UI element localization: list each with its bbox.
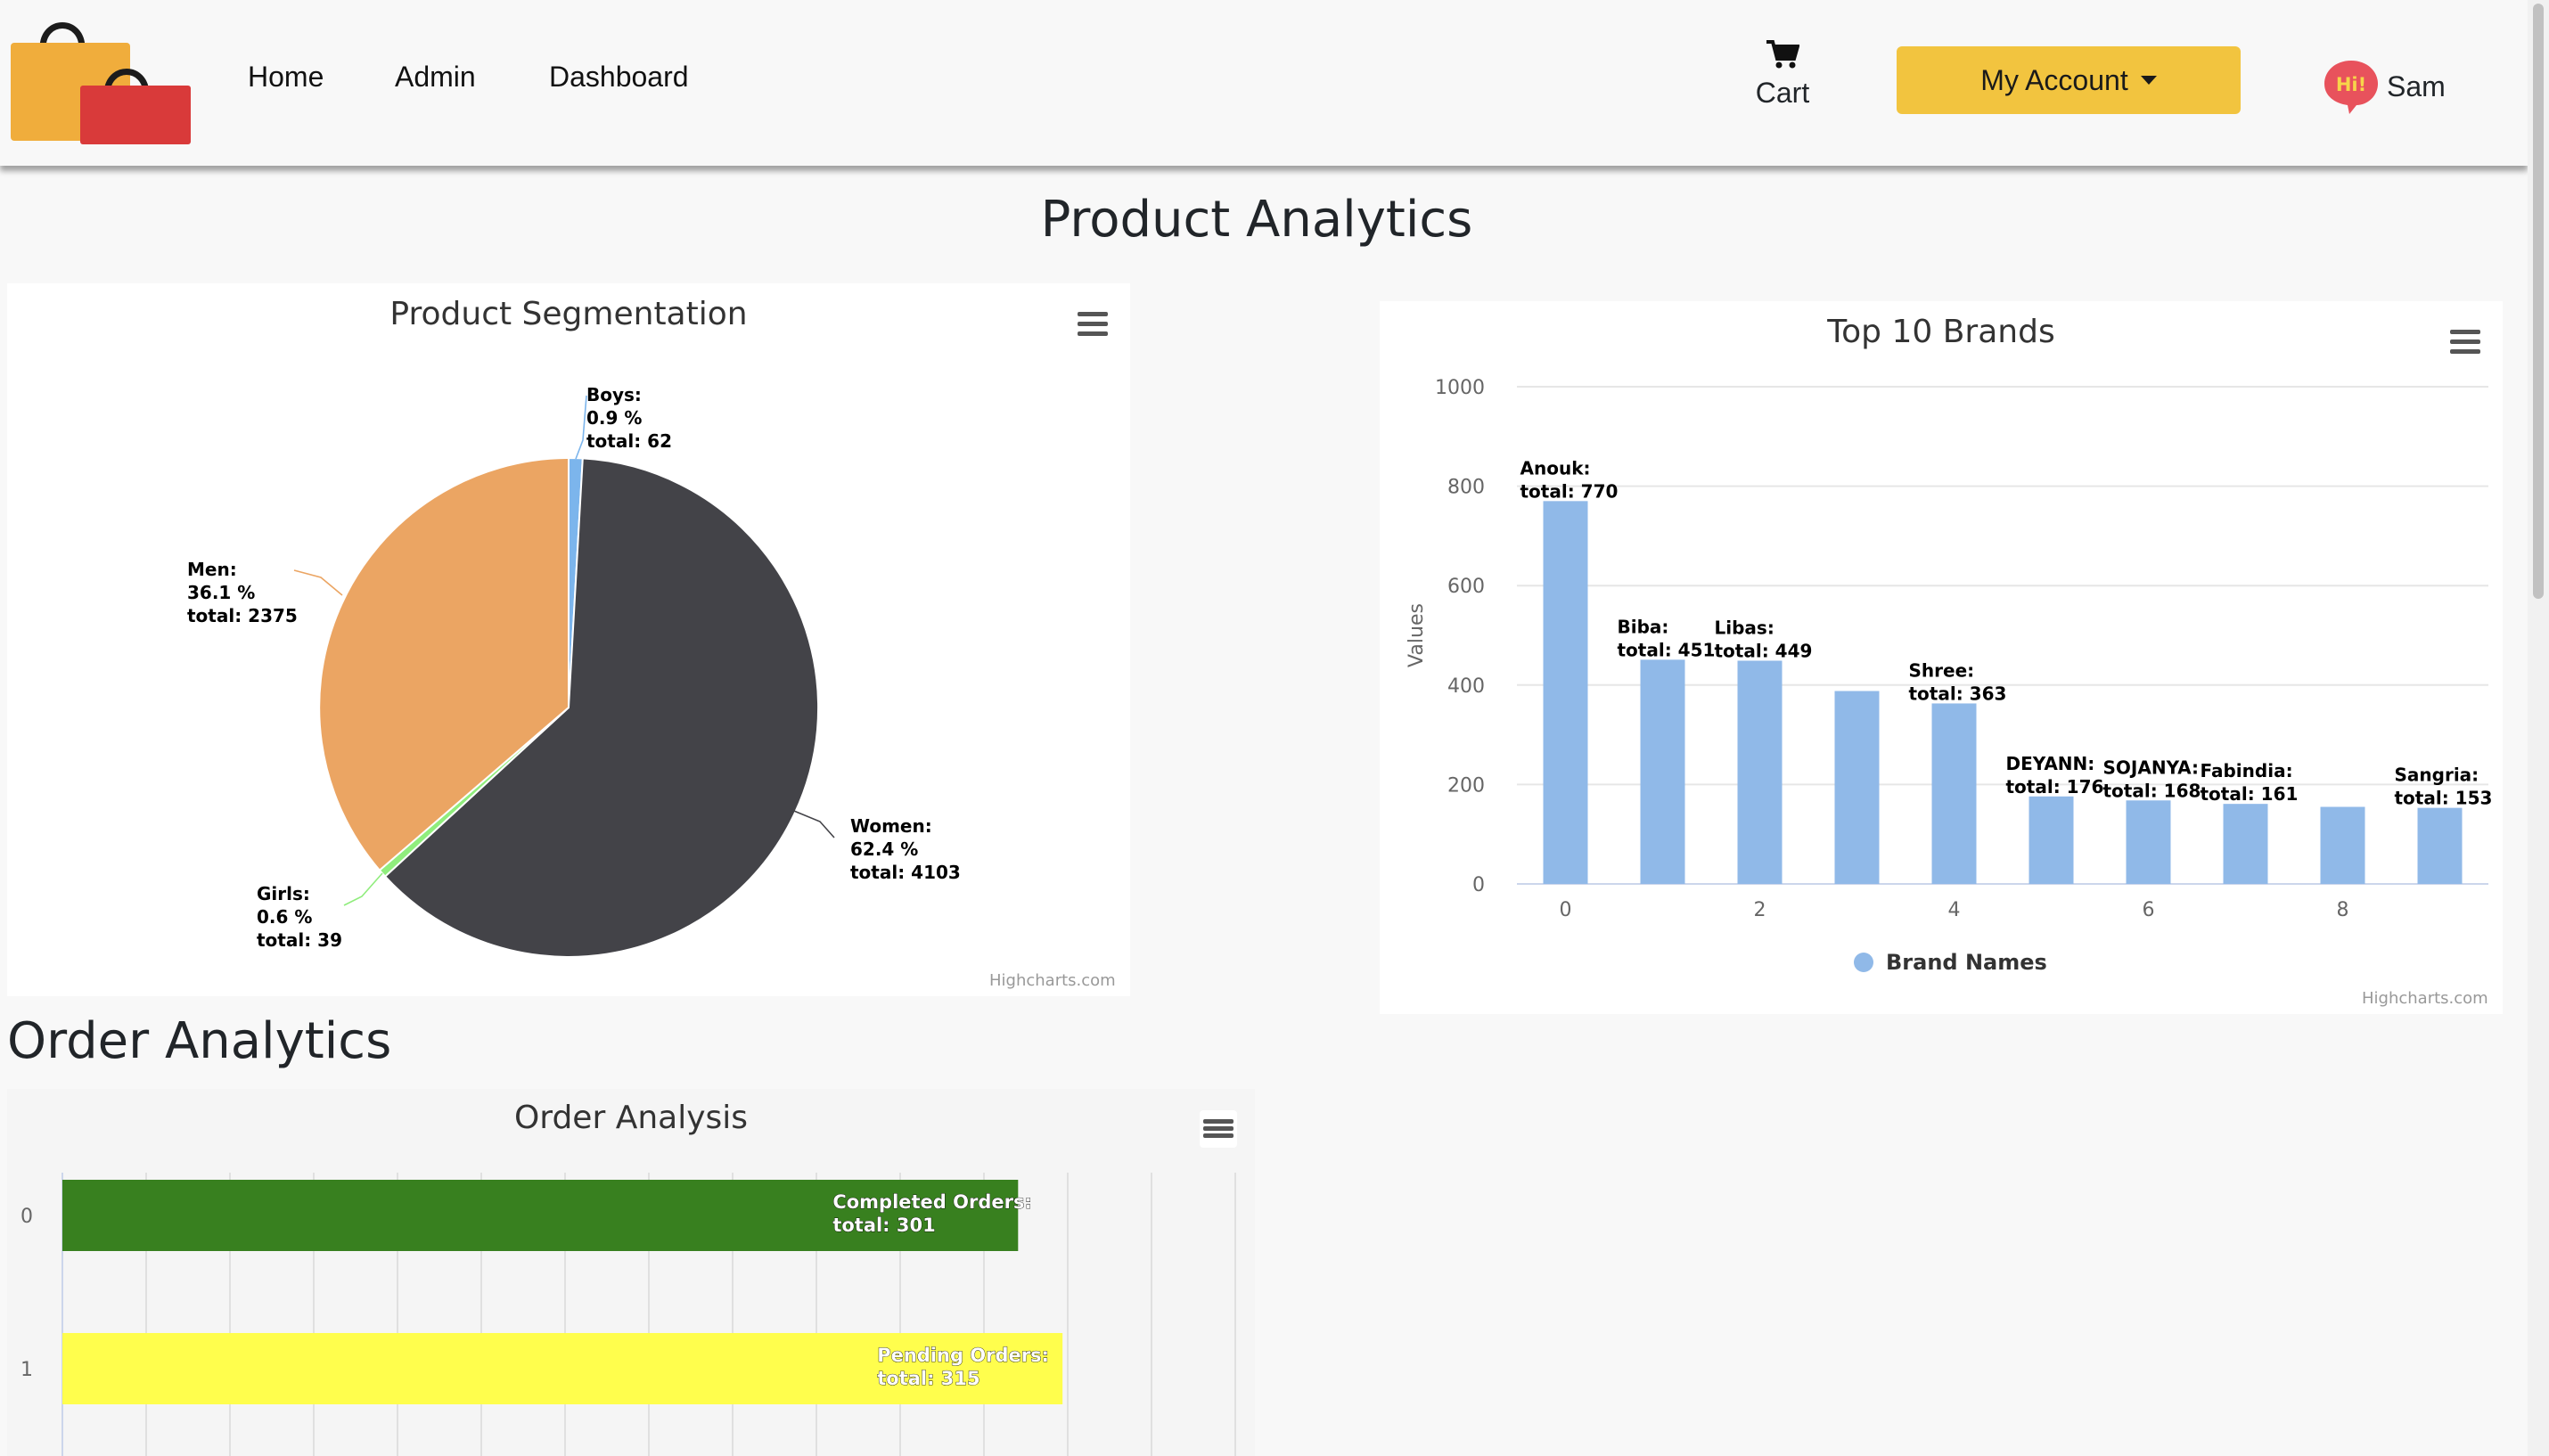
bar-label-total: total: 449 [1715, 640, 1813, 661]
x-tick-label: 6 [2143, 899, 2155, 921]
top-navbar: Home Admin Dashboard Cart My Account Hi!… [0, 0, 2528, 166]
bar-label-total: total: 315 [877, 1368, 979, 1389]
bar-label-name: Fabindia: [2201, 760, 2293, 781]
hi-chat-bubble-icon: Hi! [2324, 61, 2378, 114]
pie-label-boys-total: total: 62 [586, 430, 672, 452]
bar-label-name: Pending Orders: [877, 1345, 1049, 1366]
nav-dashboard-link[interactable]: Dashboard [549, 61, 689, 94]
bar-label-total: total: 176 [2006, 776, 2104, 798]
pie-label-girls-percent: 0.6 % [257, 906, 312, 928]
y-tick-label: 1 [20, 1359, 33, 1381]
legend-symbol [1854, 953, 1873, 972]
bar-label-name: Sangria: [2395, 765, 2479, 786]
x-tick-label: 8 [2337, 899, 2349, 921]
caret-down-icon [2140, 76, 2157, 85]
brand-bar [1543, 501, 1588, 884]
brand-bar [1834, 691, 1880, 884]
cart-label: Cart [1755, 77, 1810, 109]
legend-item-brand-names[interactable]: Brand Names [1854, 950, 2047, 975]
order-analytics-heading: Order Analytics [7, 1012, 392, 1070]
svg-text:Hi!: Hi! [2336, 74, 2366, 95]
pie-label-women-name: Women: [850, 815, 932, 837]
user-name: Sam [2387, 70, 2446, 102]
pie-label-women-percent: 62.4 % [850, 838, 918, 860]
pie-label-men-total: total: 2375 [187, 605, 298, 626]
user-menu[interactable]: Hi! Sam [2323, 55, 2446, 118]
bar-label-total: total: 153 [2395, 788, 2493, 809]
brand-bar [1640, 659, 1685, 884]
nav-home-link[interactable]: Home [248, 61, 324, 94]
bar-label-total: total: 161 [2201, 783, 2299, 805]
brand-bar [1737, 660, 1783, 884]
brand-bar [2126, 800, 2171, 884]
x-tick-label: 0 [1560, 899, 1572, 921]
chart-credits-link[interactable]: Highcharts.com [2362, 989, 2488, 1008]
shopping-cart-icon [1766, 40, 1800, 69]
x-tick-label: 4 [1948, 899, 1961, 921]
my-account-label: My Account [1980, 63, 2128, 96]
pie-label-men-percent: 36.1 % [187, 582, 255, 603]
pie-label-boys-name: Boys: [586, 384, 642, 405]
y-tick-label: 0 [1472, 874, 1485, 896]
pie-label-women-total: total: 4103 [850, 862, 961, 883]
y-tick-label: 400 [1447, 675, 1485, 698]
bar-label-name: Biba: [1618, 616, 1669, 637]
bar-label-name: DEYANN: [2006, 753, 2095, 774]
order-analysis-chart: Order Analysis 0 Completed Orders: total: … [7, 1089, 1255, 1456]
brand-bar [2029, 796, 2074, 884]
bar-label-name: Shree: [1909, 659, 1975, 681]
bar-label-total: total: 168 [2103, 780, 2201, 801]
pie-label-boys-percent: 0.9 % [586, 407, 642, 429]
page-title: Product Analytics [1040, 191, 1473, 249]
product-segmentation-chart: Product Segmentation Boys: 0.9 % total: … [7, 283, 1130, 996]
y-tick-label: 0 [20, 1206, 33, 1228]
brand-bar [2320, 806, 2365, 884]
brand-bars-plot: 0 200 400 600 800 1000 Values Anouk:total: 770 B… [1406, 377, 2493, 921]
brand-bar [2223, 804, 2268, 884]
page-scrollbar-thumb[interactable] [2533, 4, 2544, 599]
y-tick-label: 600 [1447, 576, 1485, 598]
order-bars-plot: 0 Completed Orders:total: 301 1 Pending Ord… [20, 1173, 1236, 1456]
brand-bar [1931, 703, 1977, 884]
top-brands-chart: Top 10 Brands 0 200 400 600 800 1000 Values Ano… [1380, 301, 2503, 1014]
nav-admin-link[interactable]: Admin [395, 61, 476, 94]
shop-logo[interactable] [7, 14, 191, 144]
bar-label-total: total: 301 [832, 1215, 935, 1236]
pie-slices [318, 456, 820, 958]
bar-label-total: total: 770 [1520, 480, 1619, 502]
pie-label-girls-total: total: 39 [257, 929, 342, 951]
y-axis-title: Values [1406, 603, 1428, 667]
y-tick-label: 200 [1447, 774, 1485, 797]
cart-button[interactable]: Cart [1749, 39, 1816, 110]
bar-label-name: SOJANYA: [2103, 757, 2199, 778]
y-tick-label: 800 [1447, 477, 1485, 499]
x-tick-label: 2 [1754, 899, 1766, 921]
my-account-dropdown[interactable]: My Account [1897, 46, 2241, 114]
pie-label-girls-name: Girls: [257, 883, 310, 904]
y-tick-label: 1000 [1435, 377, 1485, 399]
bar-label-total: total: 451 [1618, 639, 1716, 660]
bar-label-name: Anouk: [1520, 457, 1591, 479]
bar-label-name: Completed Orders: [832, 1191, 1032, 1213]
chart-credits-link[interactable]: Highcharts.com [989, 971, 1116, 990]
pie-label-men-name: Men: [187, 559, 237, 580]
brand-bar [2417, 807, 2463, 884]
legend-label: Brand Names [1886, 950, 2047, 975]
bar-label-total: total: 363 [1909, 683, 2007, 704]
bar-label-name: Libas: [1715, 617, 1774, 638]
